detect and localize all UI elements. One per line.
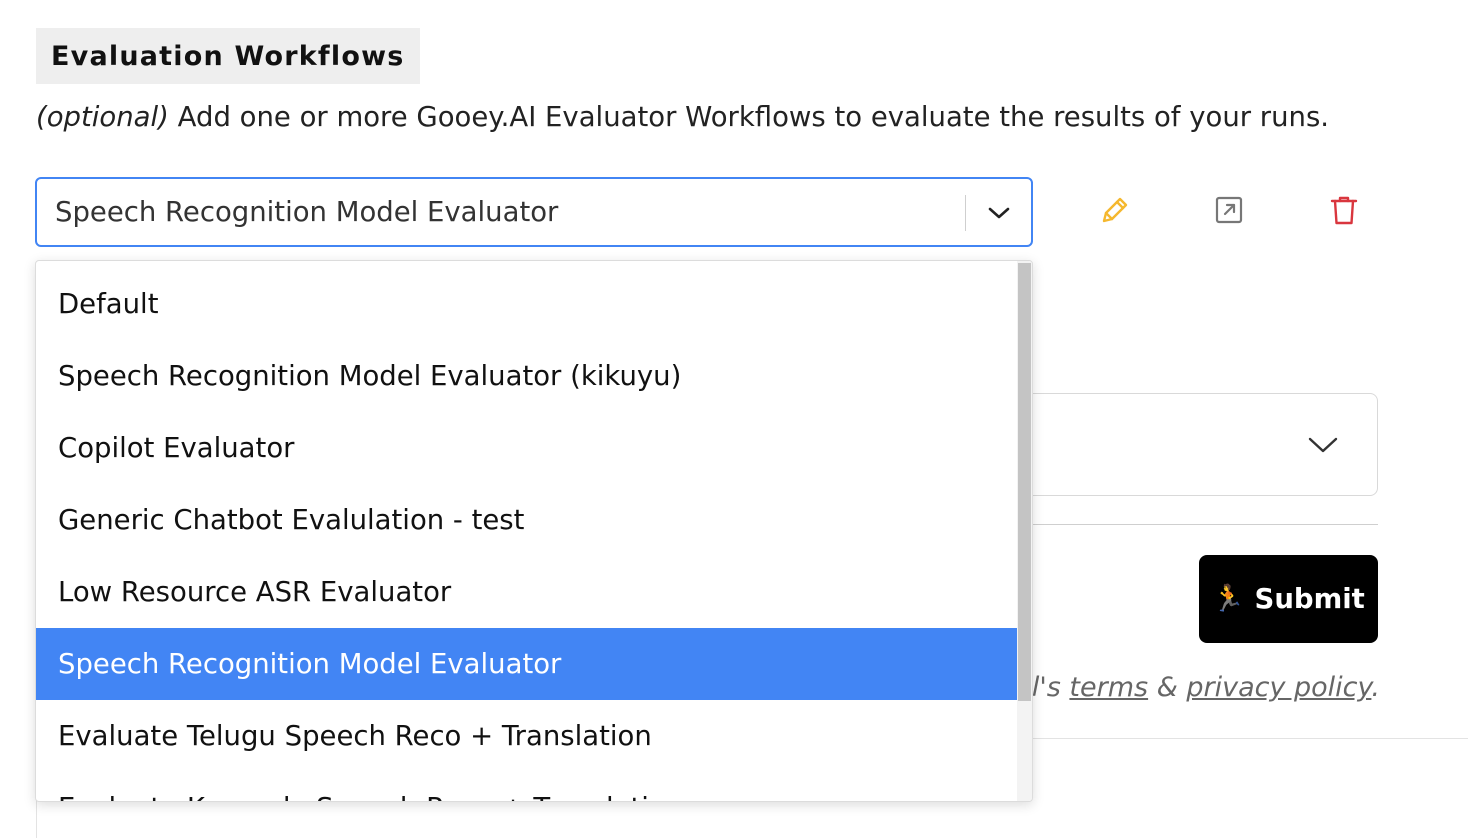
privacy-policy-link[interactable]: privacy policy <box>1186 672 1371 703</box>
submit-label: Submit <box>1254 583 1365 615</box>
open-workflow-button[interactable] <box>1211 194 1247 230</box>
terms-notice: al's terms & privacy policy. <box>1000 670 1380 710</box>
pencil-icon <box>1098 193 1132 231</box>
workflow-dropdown-menu[interactable]: Default Speech Recognition Model Evaluat… <box>35 260 1033 802</box>
delete-button[interactable] <box>1326 194 1362 230</box>
external-link-icon <box>1214 195 1244 229</box>
dropdown-option[interactable]: Evaluate Kannada Speech Reco + Translati… <box>36 772 1018 801</box>
divider <box>1000 738 1468 739</box>
dropdown-option[interactable]: Low Resource ASR Evaluator <box>36 556 1018 628</box>
section-title: Evaluation Workflows <box>36 28 420 84</box>
divider <box>1000 524 1378 525</box>
chevron-down-icon[interactable] <box>981 195 1017 231</box>
dropdown-option[interactable]: Evaluate Telugu Speech Reco + Translatio… <box>36 700 1018 772</box>
terms-suffix: . <box>1371 672 1380 703</box>
section-title-text: Evaluation Workflows <box>51 40 405 72</box>
dropdown-option[interactable]: Default <box>36 268 1018 340</box>
section-description: (optional) Add one or more Gooey.AI Eval… <box>36 101 1329 133</box>
select-value: Speech Recognition Model Evaluator <box>55 196 559 228</box>
submit-button[interactable]: 🏃 Submit <box>1199 555 1378 643</box>
dropdown-option[interactable]: Generic Chatbot Evalulation - test <box>36 484 1018 556</box>
dropdown-option[interactable]: Speech Recognition Model Evaluator (kiku… <box>36 340 1018 412</box>
dropdown-option-selected[interactable]: Speech Recognition Model Evaluator <box>36 628 1018 700</box>
optional-label: (optional) <box>36 101 169 133</box>
trash-icon <box>1329 194 1359 230</box>
select-separator <box>965 195 966 231</box>
description-text: Add one or more Gooey.AI Evaluator Workf… <box>177 101 1330 133</box>
terms-link[interactable]: terms <box>1069 672 1148 703</box>
runner-icon: 🏃 <box>1212 584 1245 614</box>
terms-and: & <box>1156 672 1178 703</box>
chevron-down-icon[interactable] <box>1305 427 1341 463</box>
scrollbar-thumb[interactable] <box>1018 263 1031 701</box>
dropdown-option[interactable]: Copilot Evaluator <box>36 412 1018 484</box>
edit-button[interactable] <box>1097 194 1133 230</box>
scrollbar-track[interactable] <box>1017 261 1032 801</box>
workflow-select[interactable]: Speech Recognition Model Evaluator <box>35 177 1033 247</box>
card-edge <box>36 800 45 838</box>
